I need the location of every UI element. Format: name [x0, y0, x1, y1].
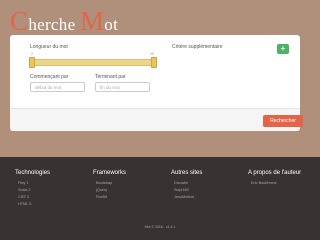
- title-part-1: herche: [28, 15, 80, 34]
- frameworks-heading: Frameworks: [93, 170, 127, 176]
- slider-max-handle[interactable]: [151, 57, 157, 68]
- footer-link[interactable]: Bootstrap: [96, 181, 112, 185]
- criteria-label: Critère supplémentaire: [172, 44, 223, 50]
- length-label: Longueur du mot: [30, 44, 68, 50]
- search-form-card: Longueur du mot 2 25 Critère supplémenta…: [10, 35, 303, 131]
- ends-with-input[interactable]: fin du mot: [95, 82, 150, 92]
- slider-min-handle[interactable]: [29, 57, 35, 68]
- length-min-label: 2: [31, 52, 33, 56]
- search-button[interactable]: Rechercher: [263, 115, 303, 127]
- footer-link[interactable]: HTML 5: [18, 202, 31, 206]
- footer-link[interactable]: jQuery: [96, 188, 107, 192]
- title-letter-m: M: [79, 6, 105, 36]
- technologies-heading: Technologies: [15, 170, 51, 176]
- footer-link[interactable]: JesuMobios: [174, 195, 194, 199]
- about-heading: A propos de l'auteur: [248, 170, 302, 176]
- card-footer: [10, 108, 300, 131]
- footer-link[interactable]: Scala 2: [18, 188, 31, 192]
- other-sites-heading: Autres sites: [171, 170, 203, 176]
- footer-link[interactable]: Eric Boulfresne: [251, 181, 277, 185]
- length-max-label: 25: [150, 52, 154, 56]
- starts-with-label: Commençant par: [30, 74, 69, 80]
- footer-link[interactable]: Play 1: [18, 181, 29, 185]
- copyright: Mot © 2016 - v1.4.1: [144, 225, 176, 229]
- footer-link[interactable]: CSS 3: [18, 195, 29, 199]
- length-slider[interactable]: [31, 59, 156, 66]
- add-criteria-button[interactable]: +: [277, 44, 289, 54]
- page-title: Cherche Mot: [10, 6, 118, 37]
- footer-link[interactable]: FireBit: [96, 195, 107, 199]
- footer-link[interactable]: Scipt160: [174, 188, 189, 192]
- ends-with-label: Terminant par: [95, 74, 126, 80]
- footer-link[interactable]: Dicowiki: [174, 181, 188, 185]
- title-part-2: ot: [104, 15, 119, 34]
- title-letter-c: C: [10, 6, 29, 36]
- starts-with-input[interactable]: début du mot: [30, 82, 85, 92]
- site-footer: Technologies Play 1 Scala 2 CSS 3 HTML 5…: [0, 157, 320, 240]
